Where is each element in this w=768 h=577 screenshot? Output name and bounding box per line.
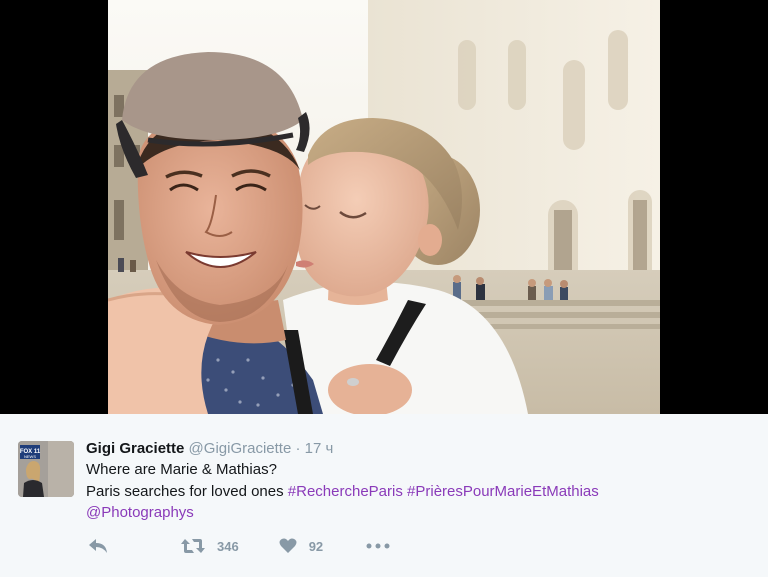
tweet-text-line2: Paris searches for loved ones #Recherche… xyxy=(86,481,726,503)
user-handle[interactable]: @GigiGraciette xyxy=(189,440,292,457)
display-name[interactable]: Gigi Graciette xyxy=(86,440,184,457)
tweet-photo[interactable] xyxy=(108,0,660,414)
tweet-body: FOX 11 NEWS Gigi Graciette @GigiGraciett… xyxy=(0,414,768,577)
more-button[interactable] xyxy=(366,542,390,550)
retweet-icon xyxy=(181,539,205,553)
tweet-text-line3: @Photographys xyxy=(86,502,726,524)
tweet-media[interactable] xyxy=(0,0,768,414)
retweet-button[interactable]: 346 xyxy=(181,538,239,554)
tweet-text: Where are Marie & Mathias? Paris searche… xyxy=(86,459,726,524)
tweet-text-line2-prefix: Paris searches for loved ones xyxy=(86,482,288,500)
reply-button[interactable] xyxy=(88,538,108,554)
separator-dot: · xyxy=(295,440,301,457)
mention-photographys[interactable]: @Photographys xyxy=(86,504,194,521)
like-button[interactable]: 92 xyxy=(279,538,323,554)
tweet-header: Gigi Graciette @GigiGraciette · 17 ч xyxy=(86,439,333,459)
like-count: 92 xyxy=(308,538,324,554)
avatar[interactable]: FOX 11 NEWS xyxy=(18,441,74,497)
more-icon xyxy=(366,543,390,549)
tweet-actions: 346 92 xyxy=(88,536,390,556)
hashtag-recherche-paris[interactable]: #RechercheParis xyxy=(288,483,403,500)
tweet-card: FOX 11 NEWS Gigi Graciette @GigiGraciett… xyxy=(0,0,768,577)
avatar-badge-sub: NEWS xyxy=(24,454,36,459)
tweet-text-line1: Where are Marie & Mathias? xyxy=(86,461,277,478)
reply-icon xyxy=(89,539,107,553)
hashtag-recherche-paris-tail[interactable]: s xyxy=(395,483,403,500)
hashtag-prieres[interactable]: #PrièresPourMarieEtMathias xyxy=(407,483,599,500)
heart-icon xyxy=(279,538,297,553)
hashtag-recherche-paris-main[interactable]: #RecherchePari xyxy=(288,483,396,500)
retweet-count: 346 xyxy=(217,538,239,554)
timestamp[interactable]: 17 ч xyxy=(305,440,334,457)
